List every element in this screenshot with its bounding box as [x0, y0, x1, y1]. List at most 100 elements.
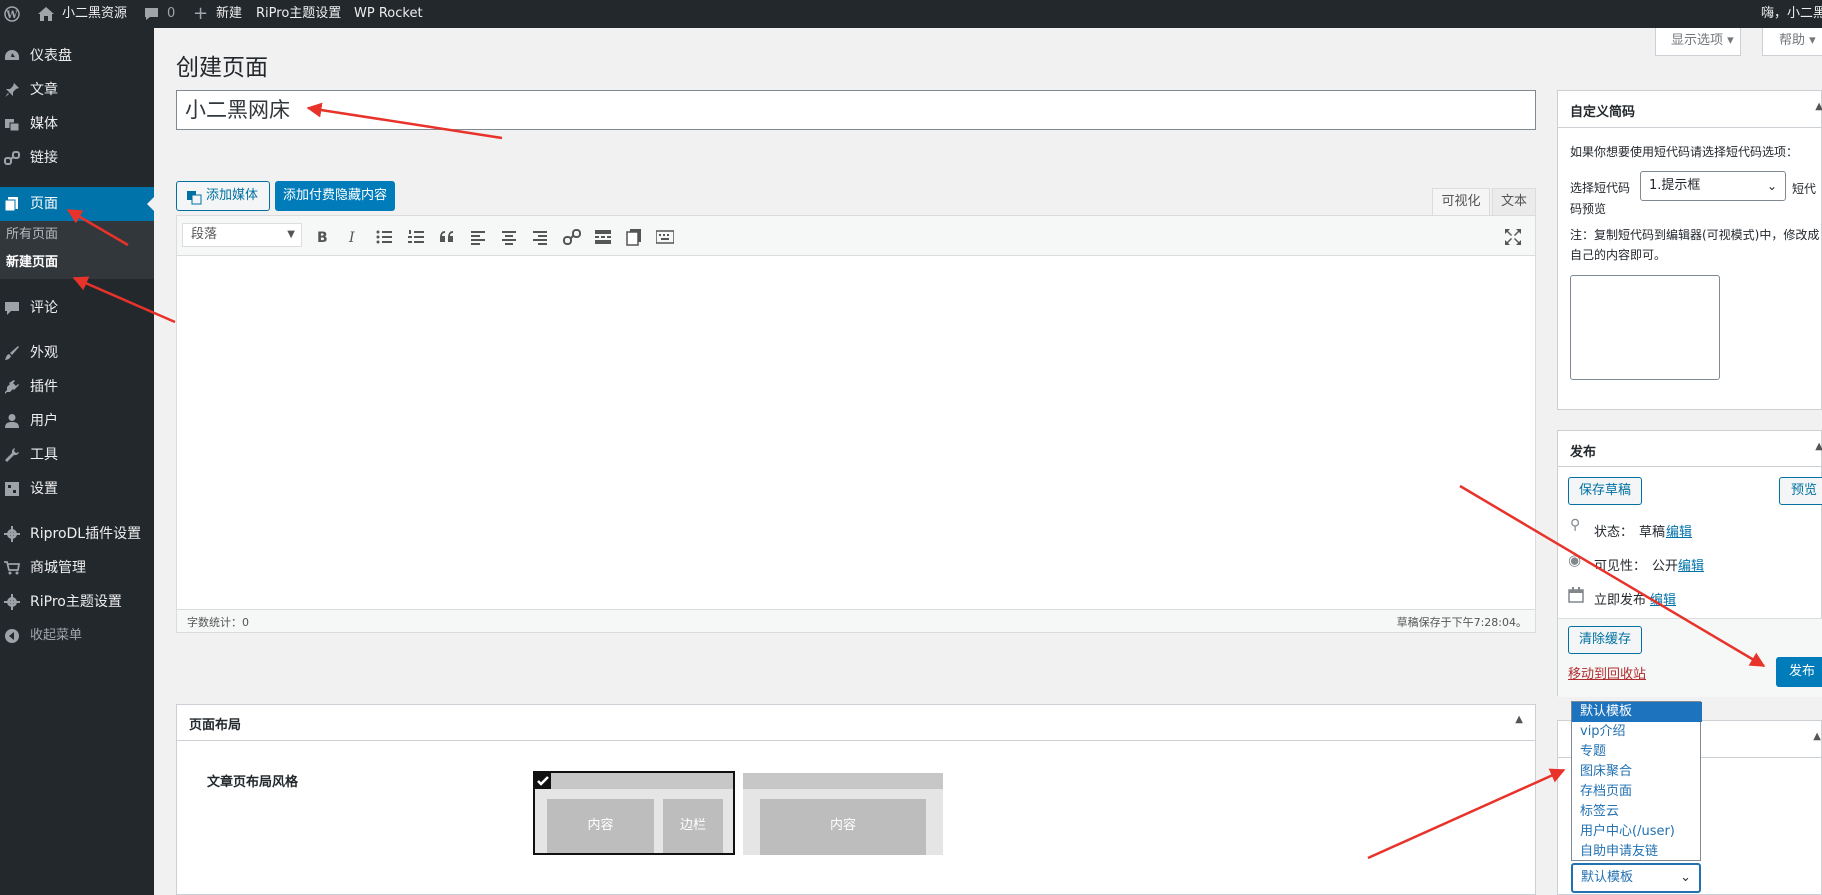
tab-visual[interactable]: 可视化 [1432, 188, 1490, 215]
wordpress-logo-icon[interactable]: W [4, 6, 20, 22]
sidebar-item-dashboard[interactable]: 仪表盘 [0, 39, 154, 73]
submenu-new-page[interactable]: 新建页面 [6, 249, 58, 277]
sidebar-item-riprodl[interactable]: RiproDL插件设置 [0, 517, 154, 551]
chevron-down-icon: ▾ [1809, 33, 1816, 48]
shortcode-note: 注：复制短代码到编辑器(可视模式)中，修改成自己的内容即可。 [1570, 228, 1820, 262]
publish-time-label: 立即发布 [1594, 593, 1647, 608]
bold-icon[interactable]: B [313, 228, 331, 246]
template-option[interactable]: 专题 [1572, 742, 1702, 762]
template-option[interactable]: 标签云 [1572, 802, 1702, 822]
status-edit-link[interactable]: 编辑 [1666, 521, 1692, 540]
template-dropdown-list: 默认模板 vip介绍 专题 图床聚合 存档页面 标签云 用户中心(/user) … [1571, 701, 1702, 862]
comments-icon[interactable] [144, 0, 159, 28]
user-greeting[interactable]: 嗨，小二黑 [1761, 0, 1822, 28]
align-left-icon[interactable] [469, 228, 487, 246]
align-right-icon[interactable] [531, 228, 549, 246]
media-icon [187, 191, 202, 205]
sidebar-item-posts[interactable]: 文章 [0, 73, 154, 107]
paste-icon[interactable] [625, 228, 643, 246]
move-to-trash-link[interactable]: 移动到回收站 [1568, 663, 1646, 682]
publish-header[interactable]: 发布 ▲ [1558, 431, 1822, 467]
add-media-button[interactable]: 添加媒体 [176, 181, 270, 211]
shortcode-description: 如果你想要使用短代码请选择短代码选项： [1570, 145, 1799, 159]
wrench-icon [5, 448, 19, 462]
add-paid-content-button[interactable]: 添加付费隐藏内容 [275, 181, 395, 211]
help-button[interactable]: 帮助 ▾ [1762, 28, 1822, 56]
plus-icon[interactable]: + [193, 0, 208, 28]
site-name-link[interactable]: 小二黑资源 [62, 0, 127, 28]
clear-cache-button[interactable]: 清除缓存 [1568, 626, 1642, 654]
visibility-edit-link[interactable]: 编辑 [1678, 555, 1704, 574]
collapse-icon [5, 629, 19, 643]
shortcode-preview-textarea[interactable] [1570, 275, 1720, 380]
template-option[interactable]: 用户中心(/user) [1572, 822, 1702, 842]
publish-time-edit-link[interactable]: 编辑 [1650, 589, 1676, 608]
collapse-arrow-icon[interactable]: ▲ [1515, 714, 1523, 725]
link-icon [4, 151, 20, 165]
new-content-link[interactable]: 新建 [216, 0, 242, 28]
sidebar-item-ripro-settings[interactable]: RiPro主题设置 [0, 585, 154, 619]
template-option[interactable]: 自助申请友链 [1572, 842, 1702, 862]
site-home-icon[interactable] [38, 0, 54, 28]
format-select[interactable]: 段落 ▼ [182, 223, 302, 247]
sidebar-item-pages[interactable]: 页面 [0, 187, 154, 221]
tab-text[interactable]: 文本 [1492, 188, 1536, 215]
preview-button[interactable]: 预览 [1779, 477, 1822, 505]
template-option[interactable]: vip介绍 [1572, 722, 1702, 742]
word-count: 字数统计：0 [187, 616, 249, 629]
editor-content-area[interactable] [177, 256, 1535, 609]
gear-icon [4, 526, 20, 542]
blockquote-icon[interactable] [438, 228, 456, 246]
publish-box: 发布 ▲ 保存草稿 预览 ⚲ 状态： 草稿 编辑 ◉ 可见性： 公开 编辑 立即发布… [1557, 430, 1822, 697]
sidebar-item-settings[interactable]: 设置 [0, 472, 154, 506]
layout-option-content-sidebar[interactable]: 内容 边栏 [533, 771, 735, 855]
publish-button[interactable]: 发布 [1776, 657, 1822, 687]
cart-icon [4, 561, 20, 575]
link-icon[interactable] [563, 228, 581, 246]
eye-icon: ◉ [1568, 551, 1582, 569]
user-icon [5, 414, 19, 428]
shortcode-box: 自定义简码 ▲ 如果你想要使用短代码请选择短代码选项： 选择短代码 1.提示框 … [1557, 90, 1822, 410]
sidebar-item-appearance[interactable]: 外观 [0, 336, 154, 370]
pages-submenu: 所有页面 新建页面 [0, 221, 154, 279]
media-icon [5, 119, 20, 132]
chevron-down-icon: ▾ [1727, 33, 1734, 48]
active-pointer [147, 197, 154, 211]
title-input[interactable]: 小二黑网床 [176, 90, 1536, 130]
sidebar-item-shop[interactable]: 商城管理 [0, 551, 154, 585]
sidebar-item-comments[interactable]: 评论 [0, 291, 154, 325]
save-draft-button[interactable]: 保存草稿 [1568, 477, 1642, 505]
collapse-arrow-icon[interactable]: ▲ [1813, 731, 1821, 742]
layout-option-full-content[interactable]: 内容 [743, 773, 943, 855]
sidebar-item-media[interactable]: 媒体 [0, 107, 154, 141]
sidebar-item-users[interactable]: 用户 [0, 404, 154, 438]
shortcode-header[interactable]: 自定义简码 ▲ [1558, 91, 1822, 128]
sidebar-item-plugins[interactable]: 插件 [0, 370, 154, 404]
admin-bar: W 小二黑资源 0 + 新建 RiPro主题设置 WP Rocket 嗨，小二黑 [0, 0, 1822, 28]
sidebar-item-tools[interactable]: 工具 [0, 438, 154, 472]
calendar-icon [1568, 587, 1584, 603]
template-select[interactable]: 默认模板 ⌄ [1571, 863, 1701, 893]
submenu-all-pages[interactable]: 所有页面 [6, 221, 58, 249]
collapse-menu-button[interactable]: 收起菜单 [0, 619, 154, 653]
collapse-arrow-icon[interactable]: ▲ [1815, 101, 1822, 112]
editor-frame: 字数统计：0 草稿保存于下午7:28:04。 [176, 215, 1536, 633]
page-layout-header[interactable]: 页面布局 ▲ [177, 705, 1535, 741]
template-option[interactable]: 存档页面 [1572, 782, 1702, 802]
collapse-arrow-icon[interactable]: ▲ [1815, 441, 1822, 452]
template-option[interactable]: 图床聚合 [1572, 762, 1702, 782]
fullscreen-icon[interactable] [1504, 228, 1522, 246]
ripro-settings-link[interactable]: RiPro主题设置 [256, 0, 341, 28]
comments-count[interactable]: 0 [167, 0, 175, 28]
screen-options-button[interactable]: 显示选项 ▾ [1655, 28, 1741, 56]
draft-saved-status: 草稿保存于下午7:28:04。 [1396, 616, 1527, 629]
keyboard-icon[interactable] [656, 228, 674, 246]
read-more-icon[interactable] [594, 228, 612, 246]
numbered-list-icon[interactable] [407, 228, 425, 246]
wp-rocket-link[interactable]: WP Rocket [354, 0, 423, 28]
italic-icon[interactable]: I [344, 228, 362, 246]
bullet-list-icon[interactable] [375, 228, 393, 246]
template-option[interactable]: 默认模板 [1572, 702, 1702, 722]
align-center-icon[interactable] [500, 228, 518, 246]
sidebar-item-links[interactable]: 链接 [0, 141, 154, 175]
